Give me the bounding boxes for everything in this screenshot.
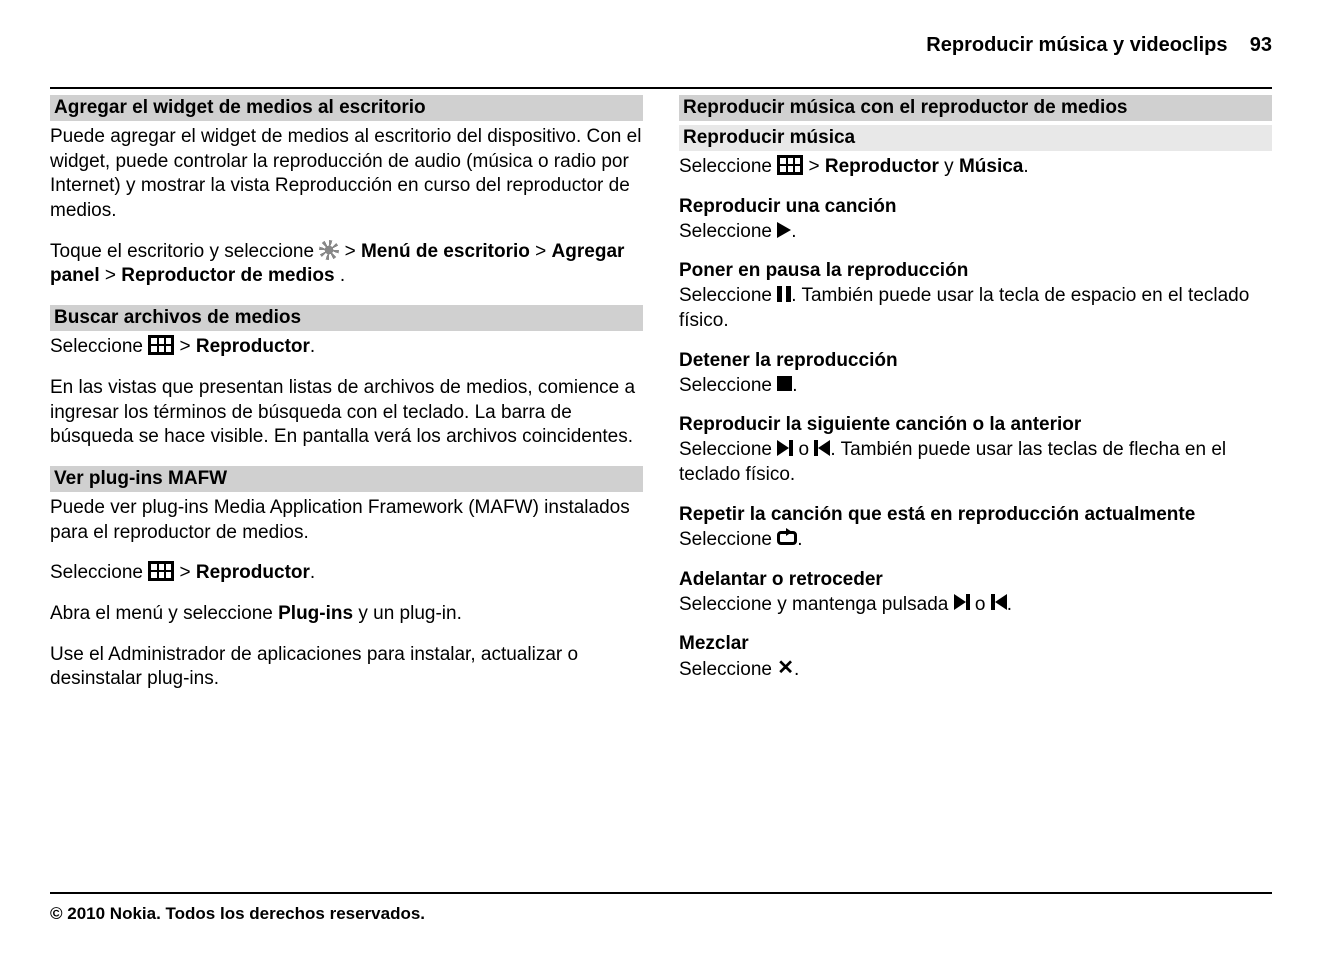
grid-icon bbox=[148, 335, 174, 355]
heading: Reproducir una canción bbox=[679, 196, 1272, 218]
stop-icon bbox=[777, 376, 792, 391]
grid-icon bbox=[148, 561, 174, 581]
heading: Reproducir la siguiente canción o la ant… bbox=[679, 414, 1272, 436]
shuffle-icon: ✕ bbox=[777, 655, 794, 681]
section-title: Reproducir música con el reproductor de … bbox=[679, 95, 1272, 121]
paragraph: Seleccione ✕. bbox=[679, 657, 1272, 683]
paragraph: Seleccione . bbox=[679, 220, 1272, 245]
paragraph: En las vistas que presentan listas de ar… bbox=[50, 376, 643, 450]
footer-rule bbox=[50, 892, 1272, 894]
paragraph: Puede agregar el widget de medios al esc… bbox=[50, 125, 643, 224]
page-header: Reproducir música y videoclips 93 bbox=[50, 34, 1272, 57]
paragraph: Seleccione . También puede usar la tecla… bbox=[679, 284, 1272, 333]
next-icon bbox=[954, 594, 970, 610]
paragraph: Seleccione > Reproductor. bbox=[50, 561, 643, 586]
paragraph: Puede ver plug-ins Media Application Fra… bbox=[50, 496, 643, 545]
paragraph: Seleccione . bbox=[679, 374, 1272, 399]
paragraph: Abra el menú y seleccione Plug-ins y un … bbox=[50, 602, 643, 627]
heading: Detener la reproducción bbox=[679, 350, 1272, 372]
paragraph: Use el Administrador de aplicaciones par… bbox=[50, 643, 643, 692]
heading: Mezclar bbox=[679, 633, 1272, 655]
header-title: Reproducir música y videoclips bbox=[926, 34, 1227, 56]
paragraph: Seleccione > Reproductor y Música. bbox=[679, 155, 1272, 180]
next-icon bbox=[777, 440, 793, 456]
right-column: Reproducir música con el reproductor de … bbox=[679, 95, 1272, 708]
prev-icon bbox=[991, 594, 1007, 610]
page-number: 93 bbox=[1250, 34, 1272, 56]
footer-copyright: © 2010 Nokia. Todos los derechos reserva… bbox=[50, 904, 425, 924]
heading: Poner en pausa la reproducción bbox=[679, 260, 1272, 282]
section-title: Agregar el widget de medios al escritori… bbox=[50, 95, 643, 121]
play-icon bbox=[777, 222, 791, 238]
paragraph: Seleccione > Reproductor. bbox=[50, 335, 643, 360]
gear-icon bbox=[319, 240, 339, 260]
sub-title: Reproducir música bbox=[679, 125, 1272, 151]
heading: Adelantar o retroceder bbox=[679, 569, 1272, 591]
paragraph: Toque el escritorio y seleccione > Menú … bbox=[50, 240, 643, 289]
content-columns: Agregar el widget de medios al escritori… bbox=[50, 95, 1272, 708]
heading: Repetir la canción que está en reproducc… bbox=[679, 504, 1272, 526]
section-title: Ver plug-ins MAFW bbox=[50, 466, 643, 492]
prev-icon bbox=[814, 440, 830, 456]
repeat-icon bbox=[777, 531, 797, 545]
section-title: Buscar archivos de medios bbox=[50, 305, 643, 331]
paragraph: Seleccione y mantenga pulsada o . bbox=[679, 593, 1272, 618]
header-rule bbox=[50, 87, 1272, 89]
grid-icon bbox=[777, 155, 803, 175]
pause-icon bbox=[777, 286, 791, 302]
left-column: Agregar el widget de medios al escritori… bbox=[50, 95, 643, 708]
paragraph: Seleccione . bbox=[679, 528, 1272, 553]
paragraph: Seleccione o . También puede usar las te… bbox=[679, 438, 1272, 487]
